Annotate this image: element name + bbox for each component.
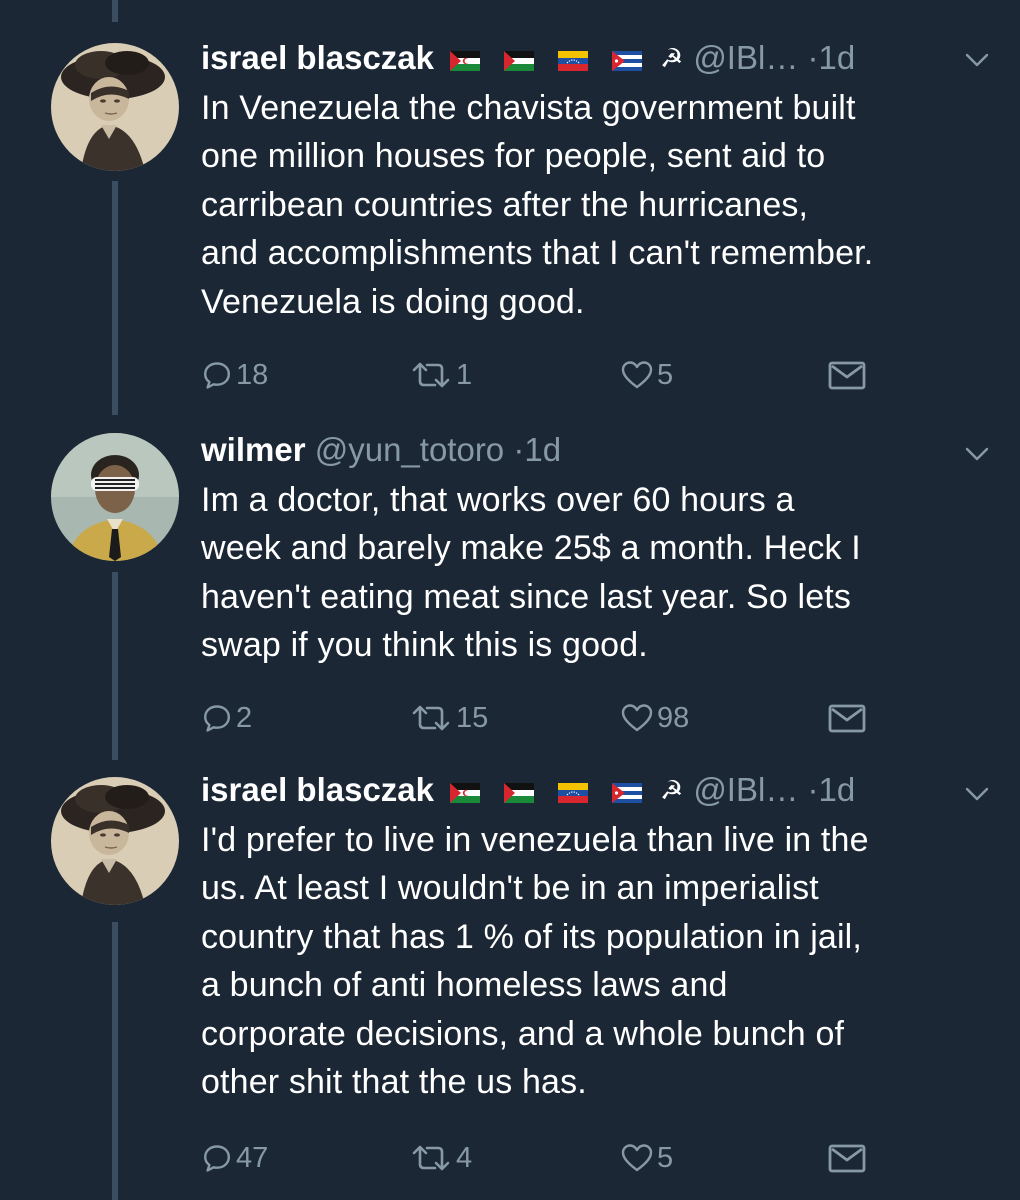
chevron-down-icon[interactable] <box>962 784 992 804</box>
retweet-icon <box>409 702 453 734</box>
chevron-down-icon[interactable] <box>962 50 992 70</box>
cuba-flag-icon <box>612 51 642 71</box>
sahrawi-flag-icon <box>450 783 480 803</box>
like-count: 98 <box>657 701 690 734</box>
retweet-button[interactable]: 15 <box>409 698 488 738</box>
like-count: 5 <box>657 358 674 391</box>
chevron-down-icon[interactable] <box>962 444 992 464</box>
tweet[interactable]: israel blasczak ☭ @IBl… ·1d In Venezuela t… <box>0 0 1020 420</box>
hammer-sickle-icon: ☭ <box>660 775 684 805</box>
tweet-text: Im a doctor, that works over 60 hours a … <box>201 481 861 665</box>
tweet[interactable]: israel blasczak ☭ @IBl… ·1d I'd prefer to … <box>0 760 1020 1200</box>
avatar[interactable] <box>51 777 179 905</box>
palestine-flag-icon <box>504 783 534 803</box>
cuba-flag-icon <box>612 783 642 803</box>
like-button[interactable]: 98 <box>620 698 689 738</box>
direct-message-button[interactable] <box>827 698 867 738</box>
separator: · <box>807 771 819 808</box>
avatar[interactable] <box>51 43 179 171</box>
display-name[interactable]: wilmer <box>201 431 306 468</box>
like-count: 5 <box>657 1141 674 1174</box>
tweet-header: israel blasczak ☭ @IBl… ·1d <box>201 38 855 78</box>
reply-count: 2 <box>236 701 253 734</box>
retweet-count: 15 <box>456 701 489 734</box>
heart-icon <box>620 702 654 734</box>
tweet-header: israel blasczak ☭ @IBl… ·1d <box>201 770 855 810</box>
sahrawi-flag-icon <box>450 51 480 71</box>
retweet-icon <box>409 1142 453 1174</box>
tweet-text: In Venezuela the chavista government bui… <box>201 89 874 321</box>
reply-count: 18 <box>236 358 269 391</box>
reply-button[interactable]: 47 <box>201 1138 268 1178</box>
retweet-icon <box>409 359 453 391</box>
tweet[interactable]: wilmer @yun_totoro ·1d Im a doctor, that… <box>0 420 1020 760</box>
heart-icon <box>620 359 654 391</box>
direct-message-button[interactable] <box>827 355 867 395</box>
hammer-sickle-icon: ☭ <box>660 43 684 73</box>
like-button[interactable]: 5 <box>620 355 673 395</box>
retweet-button[interactable]: 4 <box>409 1138 472 1178</box>
heart-icon <box>620 1142 654 1174</box>
handle[interactable]: @yun_totoro <box>315 431 504 468</box>
mail-icon <box>827 1142 867 1174</box>
reply-button[interactable]: 2 <box>201 698 252 738</box>
venezuela-flag-icon <box>558 783 588 803</box>
handle[interactable]: @IBl… <box>693 771 798 808</box>
action-bar: 2 15 98 <box>201 698 1001 738</box>
action-bar: 18 1 5 <box>201 355 1001 395</box>
avatar[interactable] <box>51 433 179 561</box>
timestamp[interactable]: 1d <box>819 771 856 808</box>
retweet-count: 4 <box>456 1141 473 1174</box>
display-name[interactable]: israel blasczak <box>201 39 434 76</box>
tweet-header: wilmer @yun_totoro ·1d <box>201 430 561 470</box>
retweet-button[interactable]: 1 <box>409 355 472 395</box>
reply-button[interactable]: 18 <box>201 355 268 395</box>
action-bar: 47 4 5 <box>201 1138 1001 1178</box>
reply-count: 47 <box>236 1141 269 1174</box>
mail-icon <box>827 359 867 391</box>
direct-message-button[interactable] <box>827 1138 867 1178</box>
mail-icon <box>827 702 867 734</box>
timestamp[interactable]: 1d <box>524 431 561 468</box>
venezuela-flag-icon <box>558 51 588 71</box>
separator: · <box>807 39 819 76</box>
palestine-flag-icon <box>504 51 534 71</box>
timestamp[interactable]: 1d <box>819 39 856 76</box>
display-name[interactable]: israel blasczak <box>201 771 434 808</box>
retweet-count: 1 <box>456 358 473 391</box>
tweet-thread: israel blasczak ☭ @IBl… ·1d In Venezuela t… <box>0 0 1020 1200</box>
tweet-text: I'd prefer to live in venezuela than liv… <box>201 821 869 1102</box>
reply-icon <box>201 702 233 734</box>
reply-icon <box>201 1142 233 1174</box>
separator: · <box>513 431 525 468</box>
reply-icon <box>201 359 233 391</box>
like-button[interactable]: 5 <box>620 1138 673 1178</box>
handle[interactable]: @IBl… <box>693 39 798 76</box>
